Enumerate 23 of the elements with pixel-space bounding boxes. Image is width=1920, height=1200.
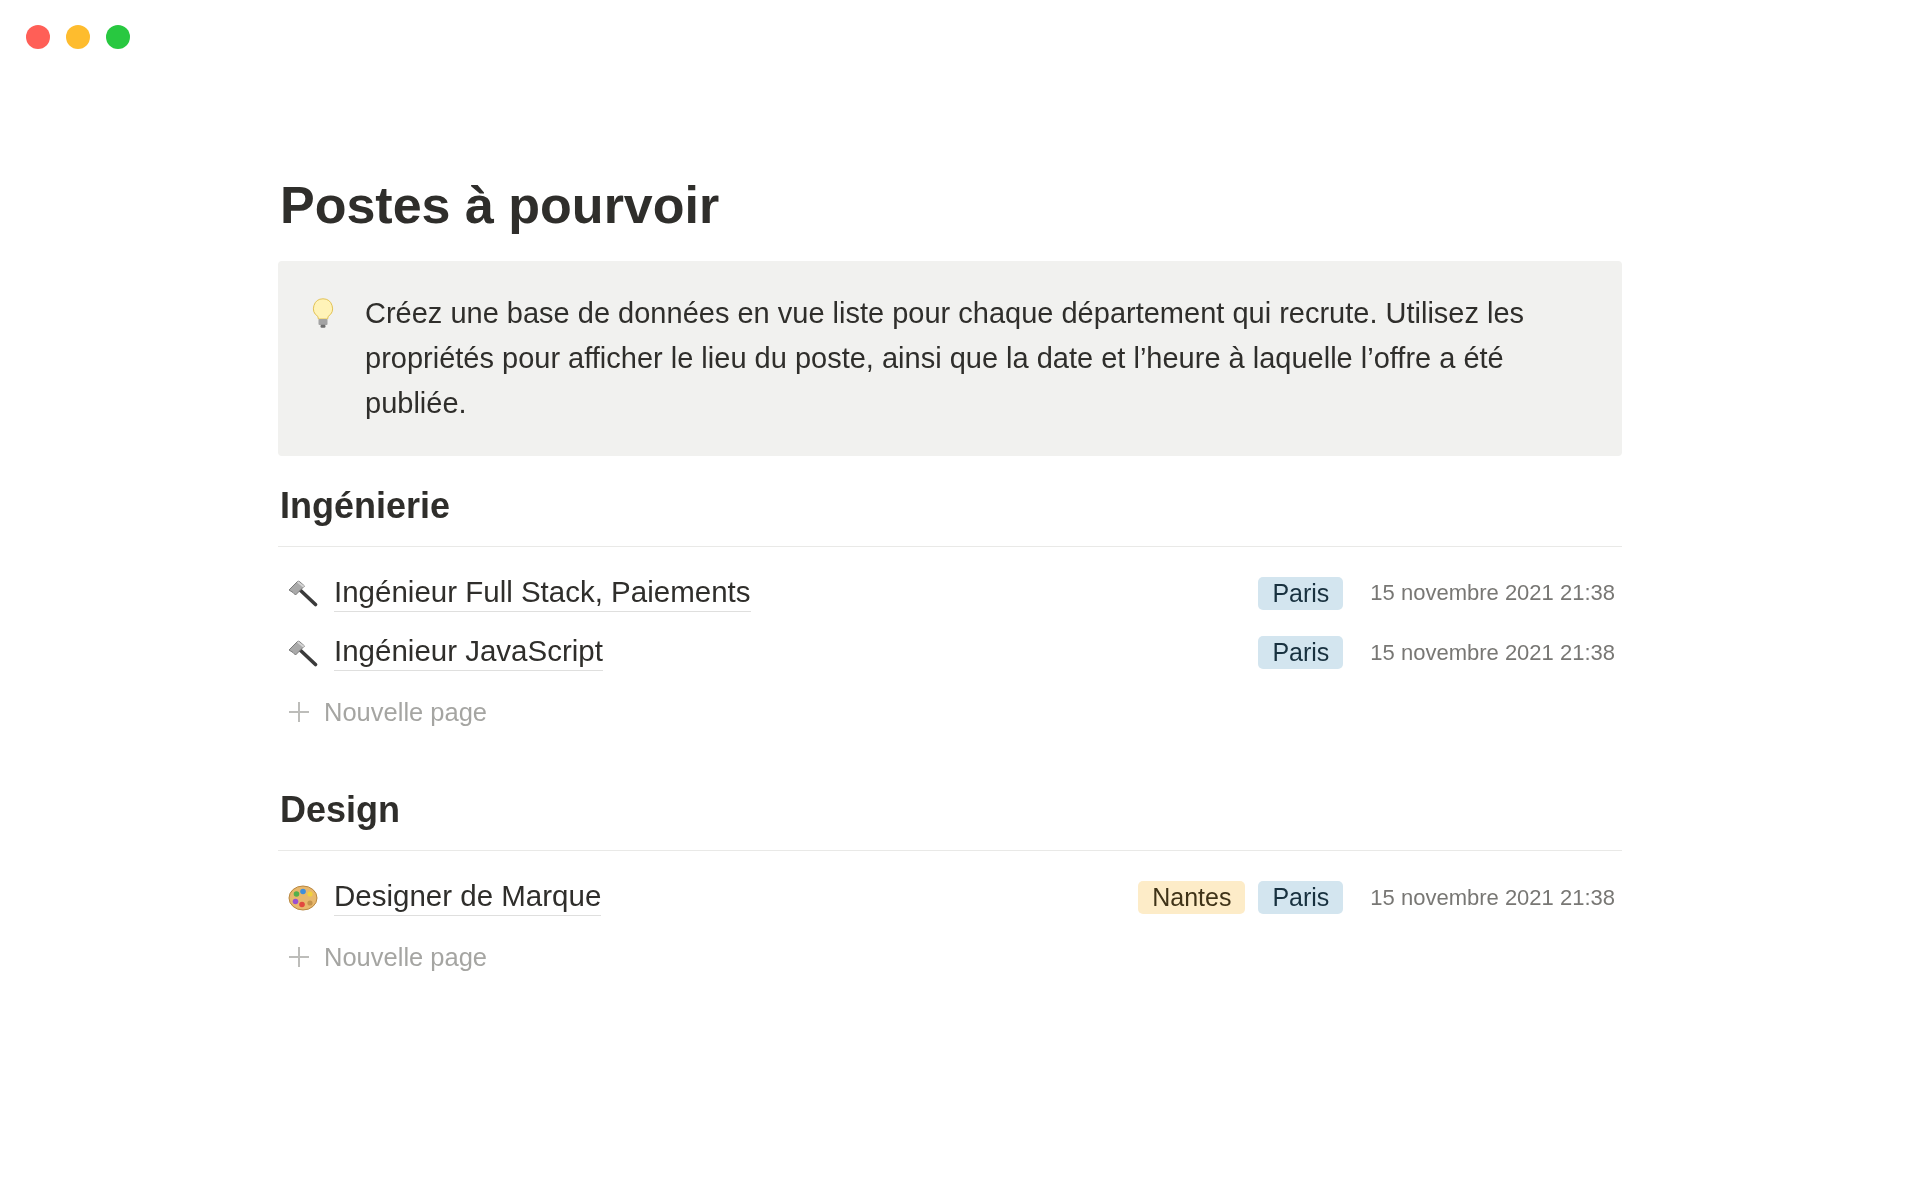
hammer-icon: [288, 638, 318, 667]
section-heading: Design: [279, 788, 402, 833]
lightbulb-icon: [312, 298, 334, 329]
location-tag: Nantes: [1138, 881, 1246, 915]
location-tag: Paris: [1258, 576, 1344, 610]
close-icon[interactable]: [26, 25, 50, 49]
maximize-icon[interactable]: [106, 25, 130, 49]
hammer-icon: [288, 579, 318, 608]
page-title: Postes à pourvoir: [279, 175, 721, 236]
palette-icon: [288, 884, 318, 911]
plus-icon: [288, 701, 310, 724]
date-text: 15 novembre 2021 21:38: [1370, 639, 1615, 666]
date-text: 15 novembre 2021 21:38: [1370, 884, 1615, 911]
date-text: 15 novembre 2021 21:38: [1370, 580, 1615, 607]
location-tag: Paris: [1258, 881, 1344, 915]
location-tag: Paris: [1258, 636, 1344, 670]
page-link[interactable]: Designer de Marque: [334, 879, 602, 917]
plus-icon: [288, 946, 310, 969]
section-heading: Ingénierie: [279, 483, 452, 528]
page-link[interactable]: Ingénieur Full Stack, Paiements: [334, 574, 751, 612]
minimize-icon[interactable]: [66, 25, 90, 49]
page-link[interactable]: Ingénieur JavaScript: [334, 634, 603, 672]
callout-text: Créez une base de données en vue liste pour chaque département qui recrute. Utilisez les propriétés pour afficher le lieu du poste, ainsi que la date et l’heure à laquelle l’offre a été publiée.: [365, 296, 1526, 421]
